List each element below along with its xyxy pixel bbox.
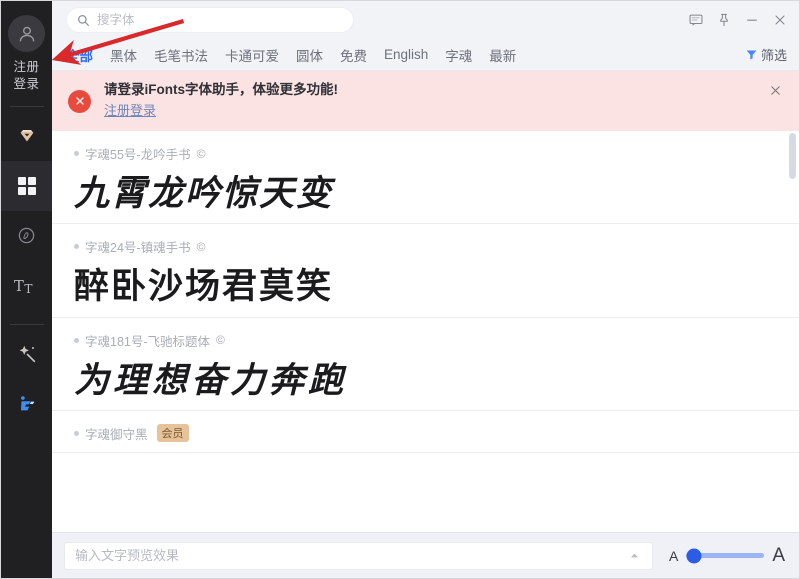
tab-newest[interactable]: 最新	[489, 45, 516, 65]
preview-input-wrap[interactable]	[64, 541, 653, 570]
search-icon	[78, 14, 89, 26]
font-name: 字魂181号-飞驰标题体	[85, 334, 211, 349]
tab-zihun[interactable]: 字魂	[445, 45, 472, 65]
font-sample-text[interactable]: 九霄龙吟惊天变	[74, 173, 799, 214]
font-list-item[interactable]: 字魂181号-飞驰标题体 © 为理想奋力奔跑	[52, 318, 799, 411]
tab-free[interactable]: 免费	[340, 45, 367, 65]
svg-text:T: T	[24, 282, 32, 296]
circle-badge-icon	[18, 227, 35, 244]
rail-divider-bottom	[9, 323, 44, 325]
copyright-icon: ©	[196, 146, 206, 161]
ifonts-logo-icon	[20, 395, 34, 411]
auth-links[interactable]: 注册 登录	[13, 59, 39, 93]
font-list-item[interactable]: 字魂御守黑 会员	[52, 411, 799, 453]
size-small-label: A	[668, 547, 679, 564]
login-banner: 请登录iFonts字体助手，体验更多功能! 注册登录	[52, 71, 799, 131]
filter-button[interactable]: 筛选	[745, 45, 787, 64]
rail-items: T T	[1, 111, 52, 429]
sidebar-item-text-tool[interactable]: T T	[1, 261, 52, 311]
slider-thumb[interactable]	[686, 548, 702, 563]
main-panel: 全部 黑体 毛笔书法 卡通可爱 圆体 免费 English 字魂 最新 筛选	[52, 1, 799, 578]
category-tabs: 全部 黑体 毛笔书法 卡通可爱 圆体 免费 English 字魂 最新 筛选	[52, 39, 799, 71]
ifonts-window: 注册 登录 T T 搜字体 全部 黑体 毛笔书法 卡通可爱 圆体 免费 Engl…	[0, 0, 800, 579]
banner-text: 请登录iFonts字体助手，体验更多功能! 注册登录	[104, 80, 338, 121]
font-name: 字魂55号-龙吟手书	[85, 148, 191, 162]
chevron-up-glyph	[631, 553, 639, 558]
font-name: 字魂御守黑	[85, 427, 148, 442]
grid-icon	[17, 176, 36, 195]
sidebar-item-font-library[interactable]	[1, 160, 52, 211]
register-link[interactable]: 注册	[13, 59, 39, 76]
font-sample-text[interactable]: 醉卧沙场君莫笑	[74, 266, 799, 307]
rail-divider-top	[9, 105, 44, 107]
font-meta: 字魂181号-飞驰标题体 ©	[74, 331, 799, 350]
banner-title: 请登录iFonts字体助手，体验更多功能!	[104, 82, 338, 98]
tab-cartoon-cute[interactable]: 卡通可爱	[225, 45, 279, 65]
copyright-icon: ©	[196, 239, 206, 254]
title-bar	[52, 1, 799, 39]
status-dot-icon	[74, 430, 79, 436]
filter-label: 筛选	[760, 48, 787, 63]
preview-bar: A A	[52, 532, 799, 578]
size-large-label: A	[772, 544, 785, 566]
login-link[interactable]: 登录	[13, 76, 39, 93]
tab-all[interactable]: 全部	[66, 45, 93, 65]
left-rail: 注册 登录 T T	[1, 1, 52, 578]
close-button[interactable]	[767, 7, 793, 33]
tab-brush-calligraphy[interactable]: 毛笔书法	[154, 45, 208, 65]
search-box[interactable]	[66, 7, 354, 33]
tt-text-icon: T T	[14, 278, 32, 296]
feedback-icon	[689, 14, 703, 26]
banner-close-button[interactable]	[765, 80, 785, 100]
font-size-control[interactable]: A A	[669, 545, 785, 567]
font-list-item[interactable]: 字魂24号-镇魂手书 © 醉卧沙场君莫笑	[52, 224, 799, 318]
font-list-item[interactable]: 字魂55号-龙吟手书 © 九霄龙吟惊天变	[52, 131, 799, 225]
tab-yuanti[interactable]: 圆体	[296, 45, 323, 65]
font-name: 字魂24号-镇魂手书	[85, 241, 191, 256]
copyright-icon: ©	[216, 333, 225, 348]
sidebar-item-installed[interactable]	[1, 211, 52, 261]
sidebar-item-ifonts[interactable]	[1, 379, 52, 429]
magic-wand-icon	[19, 345, 35, 362]
font-list-container: 字魂55号-龙吟手书 © 九霄龙吟惊天变 字魂24号-镇魂手书 © 醉卧沙场君莫…	[52, 131, 799, 532]
avatar[interactable]	[8, 15, 45, 52]
funnel-icon	[746, 50, 757, 60]
vertical-scrollbar[interactable]	[789, 133, 796, 179]
vip-badge: 会员	[156, 424, 189, 443]
status-dot-icon	[74, 337, 79, 343]
user-avatar-icon	[19, 26, 34, 41]
close-icon	[775, 15, 785, 25]
feedback-button[interactable]	[683, 7, 709, 33]
status-dot-icon	[74, 244, 79, 250]
close-icon	[770, 85, 780, 95]
status-dot-icon	[74, 151, 79, 156]
chevron-up-icon[interactable]	[628, 552, 642, 559]
svg-text:T: T	[14, 278, 24, 295]
x-glyph-icon	[75, 97, 84, 105]
sidebar-item-effects[interactable]	[1, 329, 52, 379]
tab-english[interactable]: English	[384, 47, 428, 62]
banner-register-login-link[interactable]: 注册登录	[104, 101, 338, 121]
minimize-button[interactable]	[739, 7, 765, 33]
error-circle-icon	[68, 89, 91, 113]
pin-icon	[720, 13, 728, 27]
tab-heiti[interactable]: 黑体	[110, 45, 137, 65]
minimize-icon	[747, 19, 757, 21]
preview-text-input[interactable]	[75, 548, 628, 563]
font-list: 字魂55号-龙吟手书 © 九霄龙吟惊天变 字魂24号-镇魂手书 © 醉卧沙场君莫…	[52, 131, 799, 532]
font-meta: 字魂御守黑 会员	[74, 424, 799, 443]
search-input[interactable]	[97, 13, 343, 27]
pin-button[interactable]	[711, 7, 737, 33]
font-meta: 字魂55号-龙吟手书 ©	[74, 144, 799, 163]
window-controls	[683, 7, 793, 33]
diamond-vip-icon	[20, 129, 33, 142]
font-size-slider[interactable]	[686, 548, 765, 563]
sidebar-item-vip[interactable]	[1, 111, 52, 161]
account-block[interactable]: 注册 登录	[8, 15, 45, 93]
font-sample-text[interactable]: 为理想奋力奔跑	[74, 360, 799, 401]
font-meta: 字魂24号-镇魂手书 ©	[74, 237, 799, 256]
